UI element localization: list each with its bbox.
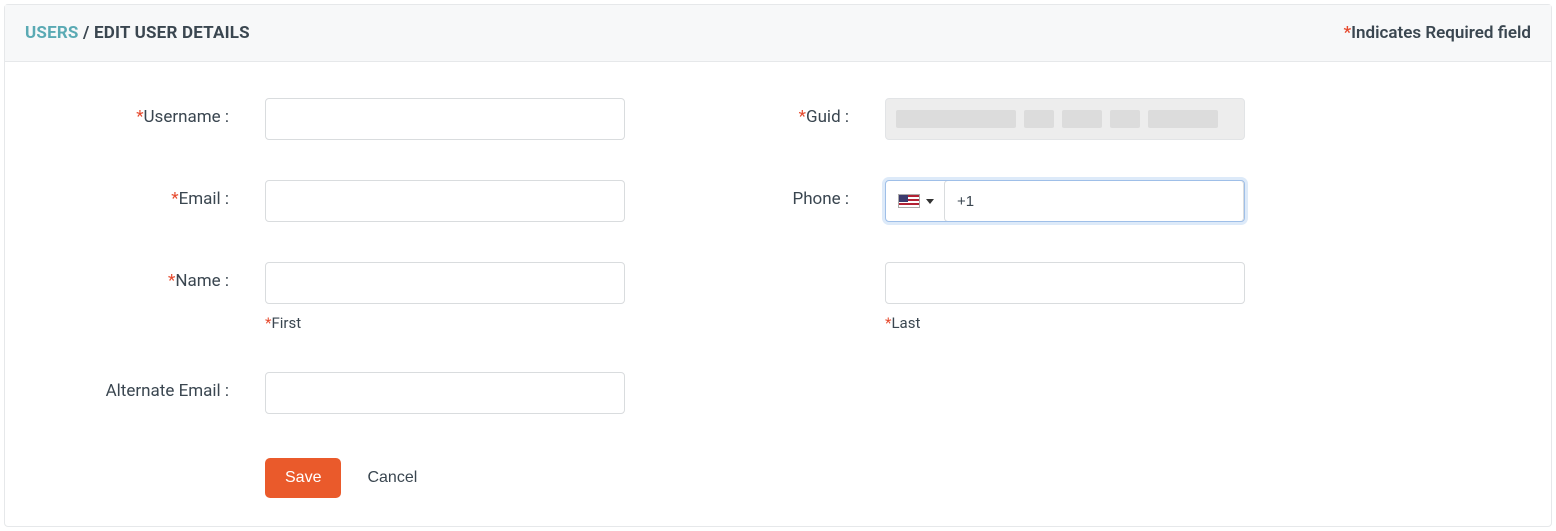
breadcrumb: USERS / EDIT USER DETAILS bbox=[25, 23, 250, 43]
cancel-button[interactable]: Cancel bbox=[363, 459, 421, 497]
last-name-input[interactable] bbox=[885, 262, 1245, 304]
guid-field-wrap bbox=[885, 98, 1245, 140]
name-label: *Name : bbox=[25, 262, 265, 291]
country-flag-selector[interactable] bbox=[886, 181, 944, 221]
breadcrumb-separator: / bbox=[79, 23, 94, 43]
phone-input[interactable] bbox=[944, 180, 1244, 222]
first-name-field-wrap: *First bbox=[265, 262, 625, 332]
panel-body: *Username : *Guid : *Email : bbox=[5, 62, 1551, 526]
edit-user-panel: USERS / EDIT USER DETAILS *Indicates Req… bbox=[4, 4, 1552, 527]
breadcrumb-root[interactable]: USERS bbox=[25, 23, 79, 43]
form-actions: Save Cancel bbox=[265, 458, 625, 498]
required-field-note: *Indicates Required field bbox=[1344, 23, 1531, 43]
first-name-input[interactable] bbox=[265, 262, 625, 304]
alternate-email-label: Alternate Email : bbox=[25, 372, 265, 401]
alternate-email-field-wrap bbox=[265, 372, 625, 414]
phone-label: Phone : bbox=[625, 180, 885, 209]
email-input[interactable] bbox=[265, 180, 625, 222]
username-label: *Username : bbox=[25, 98, 265, 127]
username-input[interactable] bbox=[265, 98, 625, 140]
guid-label: *Guid : bbox=[625, 98, 885, 127]
last-name-field-wrap: *Last bbox=[885, 262, 1245, 332]
form-grid: *Username : *Guid : *Email : bbox=[25, 98, 1305, 498]
panel-header: USERS / EDIT USER DETAILS *Indicates Req… bbox=[5, 5, 1551, 62]
email-label: *Email : bbox=[25, 180, 265, 209]
save-button[interactable]: Save bbox=[265, 458, 341, 498]
email-field-wrap bbox=[265, 180, 625, 222]
chevron-down-icon bbox=[926, 199, 934, 204]
username-field-wrap bbox=[265, 98, 625, 140]
phone-input-group bbox=[885, 180, 1245, 222]
phone-field-wrap bbox=[885, 180, 1245, 222]
breadcrumb-current: EDIT USER DETAILS bbox=[94, 23, 250, 43]
required-asterisk: * bbox=[1344, 23, 1352, 43]
last-name-sublabel: *Last bbox=[885, 314, 1245, 332]
first-name-sublabel: *First bbox=[265, 314, 625, 332]
alternate-email-input[interactable] bbox=[265, 372, 625, 414]
guid-display bbox=[885, 98, 1245, 140]
last-name-empty-label bbox=[625, 262, 885, 271]
us-flag-icon bbox=[898, 194, 920, 208]
